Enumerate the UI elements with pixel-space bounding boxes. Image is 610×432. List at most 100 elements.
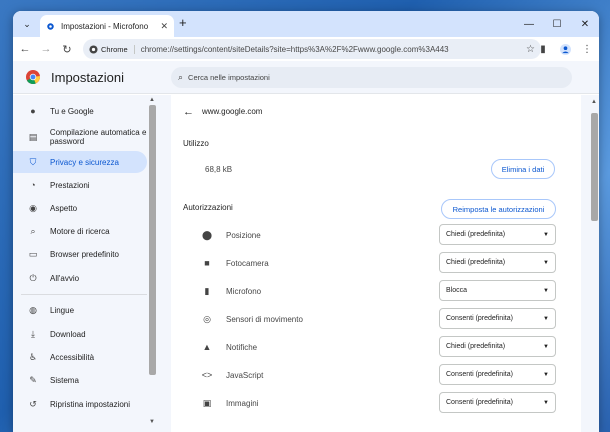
tab-search-icon[interactable]: ⌄ — [19, 16, 35, 32]
profile-avatar-icon[interactable] — [557, 40, 573, 58]
scroll-up-icon[interactable]: ▲ — [149, 97, 155, 103]
browser-window: ⌄ Impostazioni - Microfono ✕ + — ☐ ✕ ← →… — [13, 11, 599, 432]
sidebar-item-label: Prestazioni — [50, 180, 90, 190]
sidebar-item-label: Sistema — [50, 375, 79, 385]
main-scrollbar[interactable]: ▲ — [590, 95, 599, 432]
sidebar-item-label: Accessibilità — [50, 352, 95, 362]
tab-settings[interactable]: Impostazioni - Microfono ✕ — [40, 15, 174, 37]
sidebar-item-label: Lingue — [50, 305, 75, 315]
side-panel-icon[interactable]: ▮ — [535, 40, 551, 58]
sidebar-item-search-engine[interactable]: ⌕ Motore di ricerca — [13, 221, 147, 241]
camera-icon: ■ — [204, 258, 210, 268]
site-name: www.google.com — [202, 107, 263, 116]
url-text[interactable]: chrome://settings/content/siteDetails?si… — [141, 45, 526, 54]
motion-sensors-select[interactable]: Consenti (predefinita) ▼ — [439, 308, 556, 329]
sidebar-item-label: Download — [50, 329, 86, 339]
notifications-select[interactable]: Chiedi (predefinita) ▼ — [439, 336, 556, 357]
new-tab-button[interactable]: + — [179, 16, 187, 30]
sidebar-item-label: All'avvio — [50, 273, 80, 283]
sidebar-item-on-startup[interactable]: ⏻ All'avvio — [13, 268, 147, 288]
permission-label: Posizione — [226, 230, 261, 240]
menu-icon[interactable]: ⋮ — [579, 40, 595, 58]
sidebar-item-autofill[interactable]: ▤ Compilazione automatica e password — [13, 125, 147, 149]
location-icon: ⬤ — [201, 229, 213, 240]
microphone-select[interactable]: Blocca ▼ — [439, 280, 556, 301]
permission-label: Notifiche — [226, 342, 258, 352]
minimize-icon[interactable]: — — [515, 11, 543, 37]
reset-icon: ↺ — [29, 398, 37, 409]
window-controls: — ☐ ✕ — [515, 11, 599, 37]
chevron-down-icon: ▼ — [543, 315, 549, 322]
sidebar-item-reset[interactable]: ↺ Ripristina impostazioni — [13, 394, 147, 414]
camera-select[interactable]: Chiedi (predefinita) ▼ — [439, 252, 556, 273]
close-window-icon[interactable]: ✕ — [571, 11, 599, 37]
download-icon: ⤓ — [31, 328, 35, 339]
bookmark-star-icon[interactable]: ☆ — [526, 44, 535, 55]
site-details-panel: ← www.google.com Utilizzo 68,8 kB Elimin… — [171, 95, 581, 432]
sidebar-item-label: Aspetto — [50, 203, 78, 213]
chevron-down-icon: ▼ — [543, 371, 549, 378]
sidebar-item-label: Motore di ricerca — [50, 226, 110, 236]
shield-icon: ⛉ — [29, 156, 37, 167]
back-arrow-icon[interactable]: ← — [183, 106, 194, 118]
forward-icon[interactable]: → — [37, 40, 55, 58]
chevron-down-icon: ▼ — [543, 287, 549, 294]
chevron-down-icon: ▼ — [543, 231, 549, 238]
sidebar-item-privacy[interactable]: ⛉ Privacy e sicurezza — [13, 151, 147, 173]
sidebar-item-accessibility[interactable]: ♿ Accessibilità — [13, 347, 147, 367]
scroll-up-icon[interactable]: ▲ — [591, 99, 597, 105]
reload-icon[interactable]: ↻ — [58, 40, 76, 58]
sidebar-item-languages[interactable]: ◍ Lingue — [13, 300, 147, 320]
person-icon: ● — [30, 106, 36, 116]
sidebar-item-system[interactable]: ✎ Sistema — [13, 370, 147, 390]
back-icon[interactable]: ← — [16, 40, 34, 58]
main-scroll-thumb[interactable] — [591, 113, 598, 221]
reset-permissions-button[interactable]: Reimposta le autorizzazioni — [441, 199, 556, 219]
clipboard-icon: ▤ — [28, 131, 38, 142]
sidebar-item-downloads[interactable]: ⤓ Download — [13, 324, 147, 344]
accessibility-icon: ♿ — [28, 351, 38, 362]
sidebar-scrollbar[interactable]: ▲ ▼ — [148, 97, 157, 427]
palette-icon: ◉ — [29, 202, 37, 213]
sidebar-item-default-browser[interactable]: ▭ Browser predefinito — [13, 244, 147, 264]
toolbar-actions: ▮ ⋮ — [535, 40, 595, 58]
settings-search-input[interactable]: ⌕ Cerca nelle impostazioni — [171, 67, 572, 88]
location-select[interactable]: Chiedi (predefinita) ▼ — [439, 224, 556, 245]
permission-label: JavaScript — [226, 370, 264, 380]
browser-icon: ▭ — [28, 248, 38, 259]
close-tab-icon[interactable]: ✕ — [160, 21, 168, 32]
permission-label: Sensori di movimento — [226, 314, 303, 324]
search-icon: ⌕ — [30, 225, 36, 236]
sidebar-item-appearance[interactable]: ◉ Aspetto — [13, 198, 147, 218]
sidebar: ● Tu e Google ▤ Compilazione automatica … — [13, 95, 156, 432]
scroll-down-icon[interactable]: ▼ — [149, 419, 155, 425]
tab-title: Impostazioni - Microfono — [61, 21, 149, 31]
address-bar[interactable]: Chrome chrome://settings/content/siteDet… — [83, 39, 541, 59]
sidebar-item-performance[interactable]: ◔ Prestazioni — [13, 175, 147, 195]
javascript-select[interactable]: Consenti (predefinita) ▼ — [439, 364, 556, 385]
chrome-icon — [89, 44, 98, 54]
select-value: Consenti (predefinita) — [446, 399, 513, 406]
sidebar-item-you-and-google[interactable]: ● Tu e Google — [13, 101, 147, 121]
sidebar-scroll-thumb[interactable] — [149, 105, 156, 375]
usage-heading: Utilizzo — [183, 139, 209, 148]
permission-label: Fotocamera — [226, 258, 269, 268]
maximize-icon[interactable]: ☐ — [543, 11, 571, 37]
sidebar-divider — [21, 294, 147, 295]
permission-label: Microfono — [226, 286, 262, 296]
chevron-down-icon: ▼ — [543, 343, 549, 350]
sidebar-item-label: Ripristina impostazioni — [50, 399, 131, 409]
images-select[interactable]: Consenti (predefinita) ▼ — [439, 392, 556, 413]
usage-value: 68,8 kB — [205, 165, 233, 174]
select-value: Consenti (predefinita) — [446, 371, 513, 378]
toolbar: ← → ↻ Chrome chrome://settings/content/s… — [13, 37, 599, 61]
motion-sensor-icon: ◎ — [203, 313, 211, 324]
bell-icon: ▲ — [202, 342, 212, 352]
chip-label: Chrome — [101, 44, 128, 54]
search-placeholder: Cerca nelle impostazioni — [188, 73, 270, 82]
sidebar-item-label: Privacy e sicurezza — [50, 157, 119, 167]
site-chip[interactable]: Chrome — [89, 44, 135, 54]
chevron-down-icon: ▼ — [543, 259, 549, 266]
settings-content: ● Tu e Google ▤ Compilazione automatica … — [13, 95, 599, 432]
clear-data-button[interactable]: Elimina i dati — [491, 159, 555, 179]
